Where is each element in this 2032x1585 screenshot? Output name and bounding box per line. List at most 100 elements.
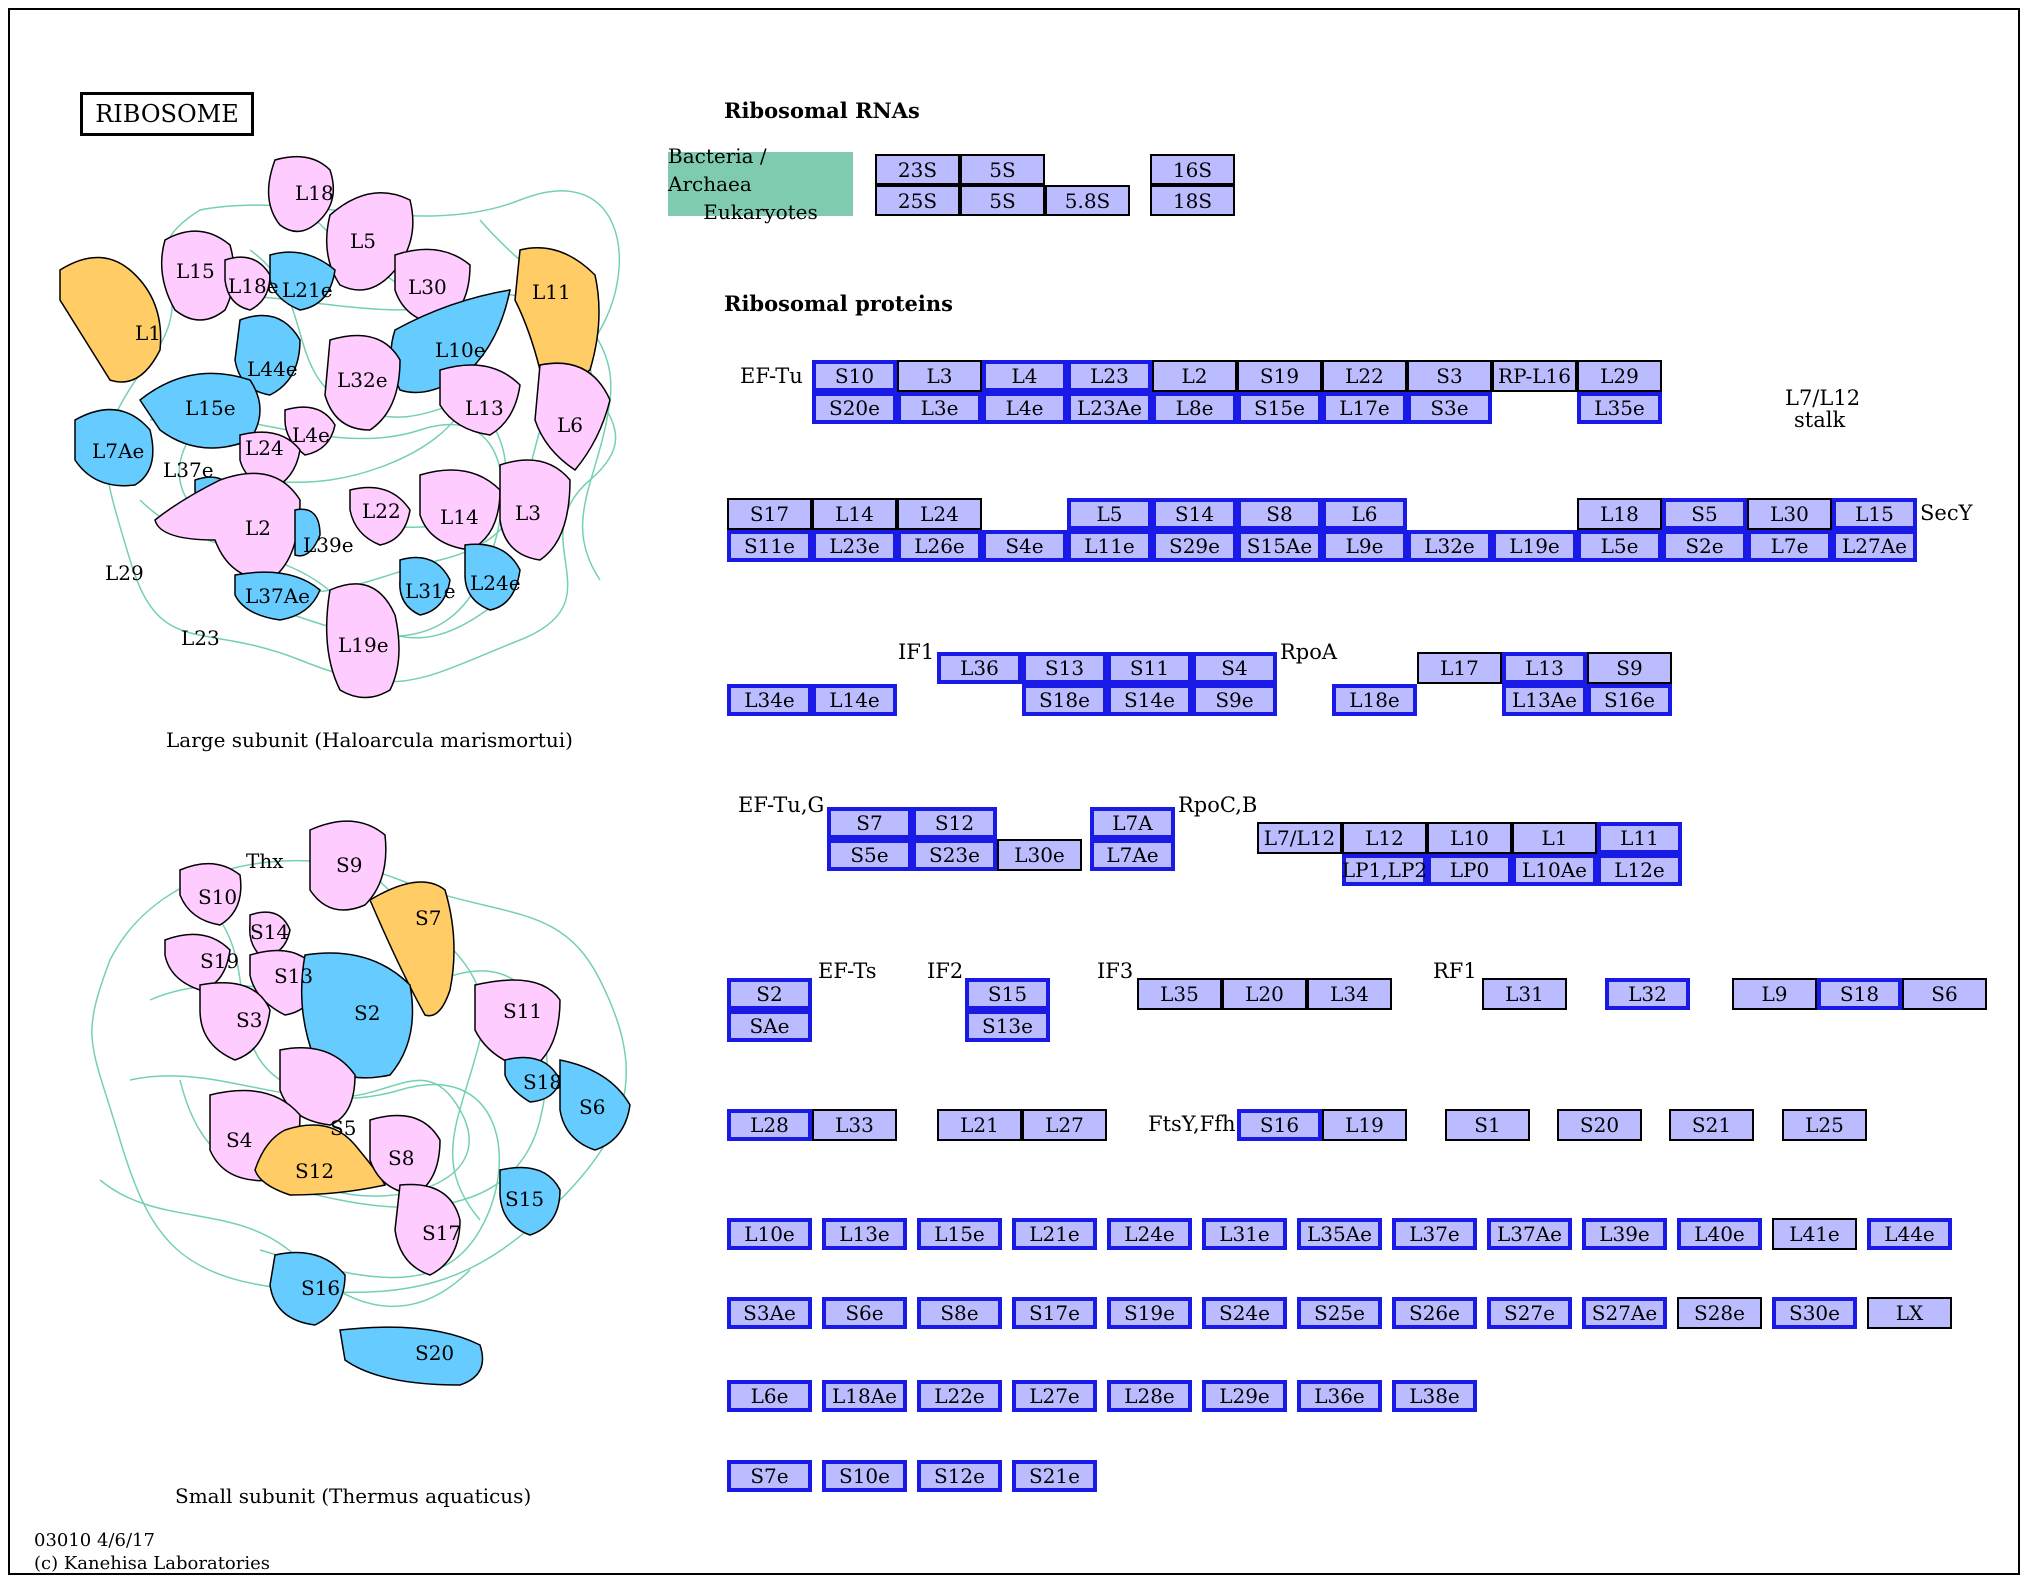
protein-box[interactable]: S8e	[917, 1297, 1002, 1329]
protein-box[interactable]: S21e	[1012, 1460, 1097, 1492]
protein-box[interactable]: S11	[1107, 652, 1192, 684]
protein-box[interactable]: L4	[982, 360, 1067, 392]
protein-box[interactable]: S27Ae	[1582, 1297, 1667, 1329]
protein-box[interactable]: L29e	[1202, 1380, 1287, 1412]
protein-box[interactable]: S23e	[912, 839, 997, 871]
protein-box[interactable]: S15	[965, 978, 1050, 1010]
protein-box[interactable]: S4	[1192, 652, 1277, 684]
protein-box[interactable]: S15Ae	[1237, 530, 1322, 562]
rna-box[interactable]: 23S	[875, 154, 960, 185]
protein-box[interactable]: S19e	[1107, 1297, 1192, 1329]
protein-box[interactable]: L11e	[1067, 530, 1152, 562]
protein-box[interactable]: L27	[1022, 1109, 1107, 1141]
protein-box[interactable]: L6e	[727, 1380, 812, 1412]
protein-box[interactable]: L18	[1577, 498, 1662, 530]
protein-box[interactable]: L10e	[727, 1218, 812, 1250]
protein-box[interactable]: L7/L12	[1257, 822, 1342, 854]
protein-box[interactable]: L21e	[1012, 1218, 1097, 1250]
protein-box[interactable]: S3e	[1407, 392, 1492, 424]
protein-box[interactable]: L32	[1605, 978, 1690, 1010]
protein-box[interactable]: L36e	[1297, 1380, 1382, 1412]
protein-box[interactable]: S3Ae	[727, 1297, 812, 1329]
protein-box[interactable]: L27Ae	[1832, 530, 1917, 562]
rna-box[interactable]: 16S	[1150, 154, 1235, 185]
protein-box[interactable]: SAe	[727, 1010, 812, 1042]
protein-box[interactable]: L13	[1502, 652, 1587, 684]
protein-box[interactable]: L22	[1322, 360, 1407, 392]
protein-box[interactable]: L22e	[917, 1380, 1002, 1412]
protein-box[interactable]: L3e	[897, 392, 982, 424]
protein-box[interactable]: L26e	[897, 530, 982, 562]
protein-box[interactable]: S15e	[1237, 392, 1322, 424]
protein-box[interactable]: S6	[1902, 978, 1987, 1010]
protein-box[interactable]: L11	[1597, 822, 1682, 854]
protein-box[interactable]: L7A	[1090, 807, 1175, 839]
protein-box[interactable]: L6	[1322, 498, 1407, 530]
protein-box[interactable]: S14e	[1107, 684, 1192, 716]
protein-box[interactable]: S14	[1152, 498, 1237, 530]
protein-box[interactable]: L32e	[1407, 530, 1492, 562]
protein-box[interactable]: S11e	[727, 530, 812, 562]
protein-box[interactable]: L37Ae	[1487, 1218, 1572, 1250]
protein-box[interactable]: L23e	[812, 530, 897, 562]
protein-box[interactable]: L17e	[1322, 392, 1407, 424]
protein-box[interactable]: S19	[1237, 360, 1322, 392]
protein-box[interactable]: S18e	[1022, 684, 1107, 716]
protein-box[interactable]: S18	[1817, 978, 1902, 1010]
protein-box[interactable]: L23	[1067, 360, 1152, 392]
protein-box[interactable]: S30e	[1772, 1297, 1857, 1329]
rna-box[interactable]: 5.8S	[1045, 185, 1130, 216]
protein-box[interactable]: L21	[937, 1109, 1022, 1141]
protein-box[interactable]: L19	[1322, 1109, 1407, 1141]
protein-box[interactable]: S2	[727, 978, 812, 1010]
protein-box[interactable]: S20e	[812, 392, 897, 424]
protein-box[interactable]: S12	[912, 807, 997, 839]
protein-box[interactable]: L30	[1747, 498, 1832, 530]
protein-box[interactable]: L24	[897, 498, 982, 530]
protein-box[interactable]: L15	[1832, 498, 1917, 530]
protein-box[interactable]: L18Ae	[822, 1380, 907, 1412]
protein-box[interactable]: L25	[1782, 1109, 1867, 1141]
protein-box[interactable]: S24e	[1202, 1297, 1287, 1329]
protein-box[interactable]: LX	[1867, 1297, 1952, 1329]
protein-box[interactable]: S28e	[1677, 1297, 1762, 1329]
protein-box[interactable]: L35e	[1577, 392, 1662, 424]
protein-box[interactable]: L15e	[917, 1218, 1002, 1250]
protein-box[interactable]: L20	[1222, 978, 1307, 1010]
protein-box[interactable]: L28	[727, 1109, 812, 1141]
protein-box[interactable]: L30e	[997, 839, 1082, 871]
protein-box[interactable]: S12e	[917, 1460, 1002, 1492]
rna-box[interactable]: 25S	[875, 185, 960, 216]
protein-box[interactable]: L44e	[1867, 1218, 1952, 1250]
protein-box[interactable]: L33	[812, 1109, 897, 1141]
protein-box[interactable]: L28e	[1107, 1380, 1192, 1412]
protein-box[interactable]: L19e	[1492, 530, 1577, 562]
rna-box[interactable]: 5S	[960, 154, 1045, 185]
protein-box[interactable]: L31	[1482, 978, 1567, 1010]
protein-box[interactable]: S5	[1662, 498, 1747, 530]
protein-box[interactable]: S1	[1445, 1109, 1530, 1141]
protein-box[interactable]: L2	[1152, 360, 1237, 392]
protein-box[interactable]: S7e	[727, 1460, 812, 1492]
protein-box[interactable]: L41e	[1772, 1218, 1857, 1250]
protein-box[interactable]: LP0	[1427, 854, 1512, 886]
protein-box[interactable]: L10Ae	[1512, 854, 1597, 886]
protein-box[interactable]: L4e	[982, 392, 1067, 424]
protein-box[interactable]: S17	[727, 498, 812, 530]
protein-box[interactable]: L10	[1427, 822, 1512, 854]
protein-box[interactable]: S5e	[827, 839, 912, 871]
protein-box[interactable]: S7	[827, 807, 912, 839]
protein-box[interactable]: L39e	[1582, 1218, 1667, 1250]
protein-box[interactable]: LP1,LP2	[1342, 854, 1427, 886]
protein-box[interactable]: L35	[1137, 978, 1222, 1010]
protein-box[interactable]: RP-L16	[1492, 360, 1577, 392]
protein-box[interactable]: L37e	[1392, 1218, 1477, 1250]
protein-box[interactable]: S13e	[965, 1010, 1050, 1042]
protein-box[interactable]: S16e	[1587, 684, 1672, 716]
protein-box[interactable]: S25e	[1297, 1297, 1382, 1329]
protein-box[interactable]: L29	[1577, 360, 1662, 392]
protein-box[interactable]: L9e	[1322, 530, 1407, 562]
protein-box[interactable]: S4e	[982, 530, 1067, 562]
protein-box[interactable]: S3	[1407, 360, 1492, 392]
protein-box[interactable]: L40e	[1677, 1218, 1762, 1250]
